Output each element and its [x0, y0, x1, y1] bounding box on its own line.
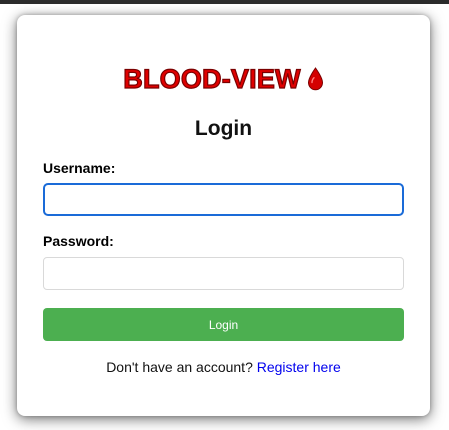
password-input[interactable] [43, 257, 404, 290]
login-card: BLOOD-VIEW Login Username: Password: Log… [17, 15, 430, 416]
window-top-edge [0, 0, 449, 4]
register-link[interactable]: Register here [257, 359, 341, 375]
register-prompt-text: Don't have an account? [106, 359, 253, 375]
username-label: Username: [43, 160, 116, 176]
register-prompt-line: Don't have an account? Register here [17, 359, 430, 376]
password-label: Password: [43, 233, 114, 249]
login-button[interactable]: Login [43, 308, 404, 341]
page-title: Login [194, 117, 253, 140]
blood-drop-icon [307, 66, 324, 98]
username-input[interactable] [43, 183, 404, 216]
brand-name: BLOOD-VIEW [123, 63, 301, 94]
brand-header: BLOOD-VIEW [17, 63, 430, 98]
